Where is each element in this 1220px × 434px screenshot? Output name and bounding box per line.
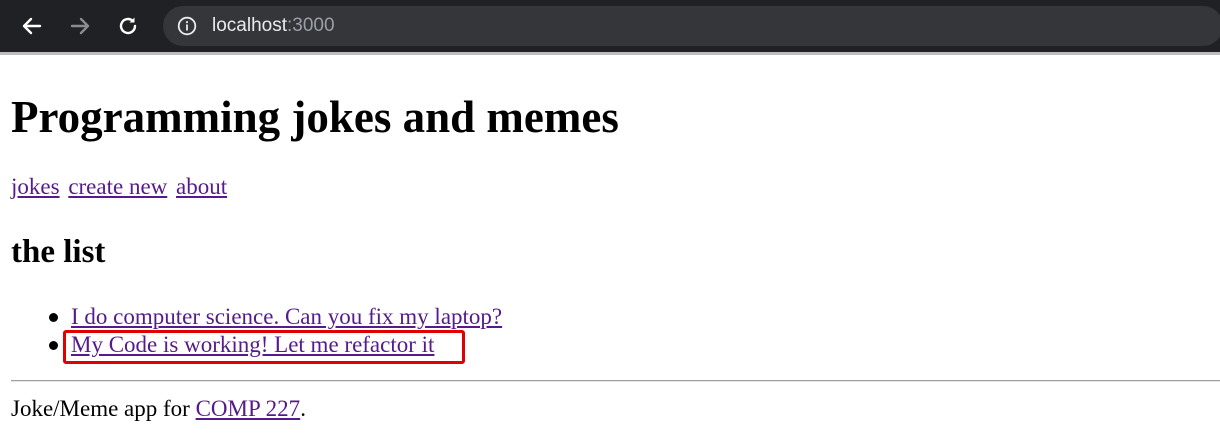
address-bar[interactable]: localhost:3000: [163, 6, 1220, 46]
footer-course-link[interactable]: COMP 227: [196, 396, 301, 421]
highlight-annotation: [63, 330, 465, 364]
footer-prefix: Joke/Meme app for: [11, 396, 196, 421]
nav-link-create-new[interactable]: create new: [68, 174, 167, 199]
footer: Joke/Meme app for COMP 227.: [11, 395, 306, 423]
site-nav: jokes create new about: [11, 173, 230, 201]
url-text[interactable]: localhost:3000: [212, 15, 335, 37]
bullet: [49, 341, 58, 350]
page-title: Programming jokes and memes: [11, 92, 619, 142]
info-icon[interactable]: [177, 16, 197, 36]
forward-button[interactable]: [64, 10, 96, 42]
section-title: the list: [11, 234, 106, 270]
bullet: [49, 313, 58, 322]
arrow-left-icon: [22, 17, 42, 35]
footer-suffix: .: [300, 396, 306, 421]
nav-link-about[interactable]: about: [176, 174, 227, 199]
browser-toolbar: localhost:3000: [0, 0, 1220, 52]
nav-link-jokes[interactable]: jokes: [11, 174, 60, 199]
list-item: I do computer science. Can you fix my la…: [0, 303, 502, 331]
reload-icon: [119, 17, 137, 35]
arrow-right-icon: [70, 17, 90, 35]
back-button[interactable]: [16, 10, 48, 42]
page-content: Programming jokes and memes jokes create…: [0, 55, 1220, 434]
url-port: :3000: [287, 15, 335, 36]
url-host: localhost: [212, 15, 287, 36]
reload-button[interactable]: [112, 10, 144, 42]
footer-divider: [11, 380, 1220, 382]
joke-link[interactable]: I do computer science. Can you fix my la…: [71, 304, 502, 329]
